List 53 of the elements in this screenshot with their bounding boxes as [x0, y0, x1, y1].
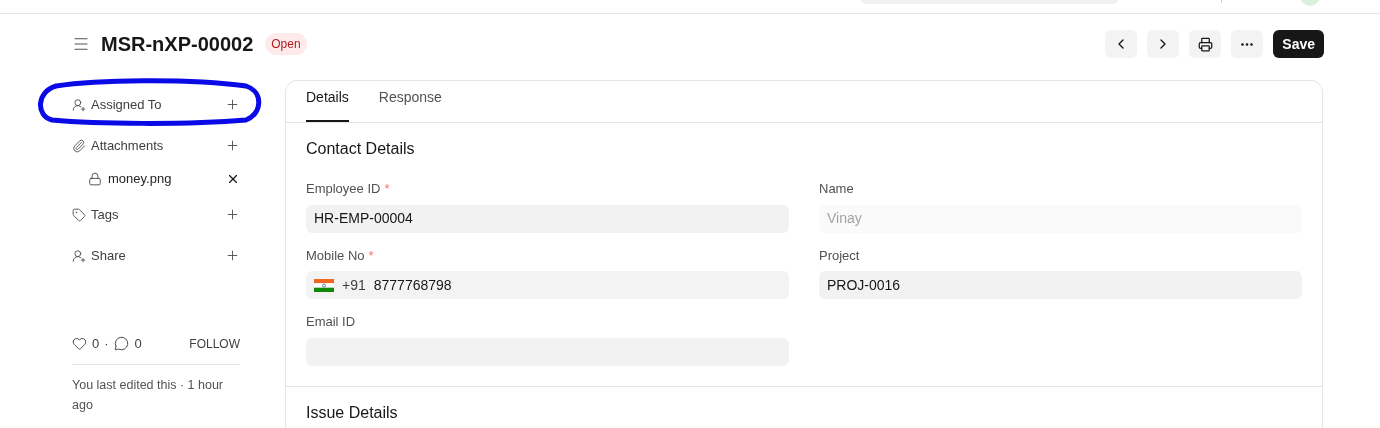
- field-label: Project: [819, 246, 860, 265]
- page-title: MSR-nXP-00002: [101, 32, 254, 57]
- add-button[interactable]: [225, 138, 240, 153]
- close-icon: [226, 172, 240, 186]
- paperclip-icon: [72, 138, 86, 153]
- sidebar-label: Tags: [91, 205, 119, 224]
- printer-icon: [1197, 36, 1213, 52]
- heart-icon[interactable]: [72, 336, 87, 352]
- print-button[interactable]: [1189, 30, 1222, 58]
- last-edited-text: You last edited this · 1 hour ago: [72, 376, 225, 414]
- plus-icon: [225, 248, 240, 263]
- phone-field[interactable]: +91 8777768798: [306, 271, 789, 299]
- dial-code: +91: [342, 275, 366, 295]
- india-flag-icon: [314, 278, 334, 292]
- user-plus-icon: [72, 97, 86, 112]
- input-field[interactable]: PROJ-0016: [819, 271, 1302, 299]
- required-asterisk: *: [384, 180, 390, 198]
- sidebar-label: Attachments: [91, 136, 164, 155]
- attachment-name[interactable]: money.png: [108, 169, 172, 189]
- input-field[interactable]: HR-EMP-00004: [306, 204, 789, 233]
- phone-number: 8777768798: [373, 275, 452, 295]
- field-label: Mobile No: [306, 246, 365, 265]
- plus-icon: [225, 97, 240, 112]
- lock-icon: [88, 172, 102, 186]
- plus-icon: [225, 207, 240, 222]
- menu-icon[interactable]: [72, 35, 90, 53]
- status-badge: Open: [265, 33, 307, 55]
- sidebar-label: Share: [91, 246, 126, 265]
- sidebar-label: Assigned To: [91, 95, 162, 114]
- comment-count: 0: [134, 335, 142, 353]
- previous-button[interactable]: [1105, 30, 1138, 58]
- separator-dot: ·: [104, 335, 109, 353]
- ellipsis-icon: [1241, 42, 1254, 46]
- section-heading: Issue Details: [306, 402, 399, 423]
- follow-button[interactable]: FOLLOW: [189, 334, 240, 353]
- tab[interactable]: Response: [378, 87, 442, 122]
- tab[interactable]: Details: [306, 87, 349, 122]
- comment-icon[interactable]: [113, 336, 129, 352]
- user-plus-icon: [72, 248, 86, 263]
- add-button[interactable]: [225, 97, 240, 112]
- like-count: 0: [92, 335, 100, 353]
- add-button[interactable]: [225, 248, 240, 263]
- save-button[interactable]: Save: [1273, 30, 1324, 58]
- remove-button[interactable]: [226, 172, 240, 186]
- add-button[interactable]: [225, 207, 240, 222]
- next-button[interactable]: [1147, 30, 1180, 58]
- field-label: Email ID: [306, 313, 356, 331]
- section-heading: Contact Details: [306, 139, 416, 159]
- plus-icon: [225, 138, 240, 153]
- required-asterisk: *: [368, 246, 374, 265]
- field-label: Employee ID: [306, 180, 381, 198]
- field-label: Name: [819, 180, 854, 198]
- tag-icon: [72, 207, 86, 222]
